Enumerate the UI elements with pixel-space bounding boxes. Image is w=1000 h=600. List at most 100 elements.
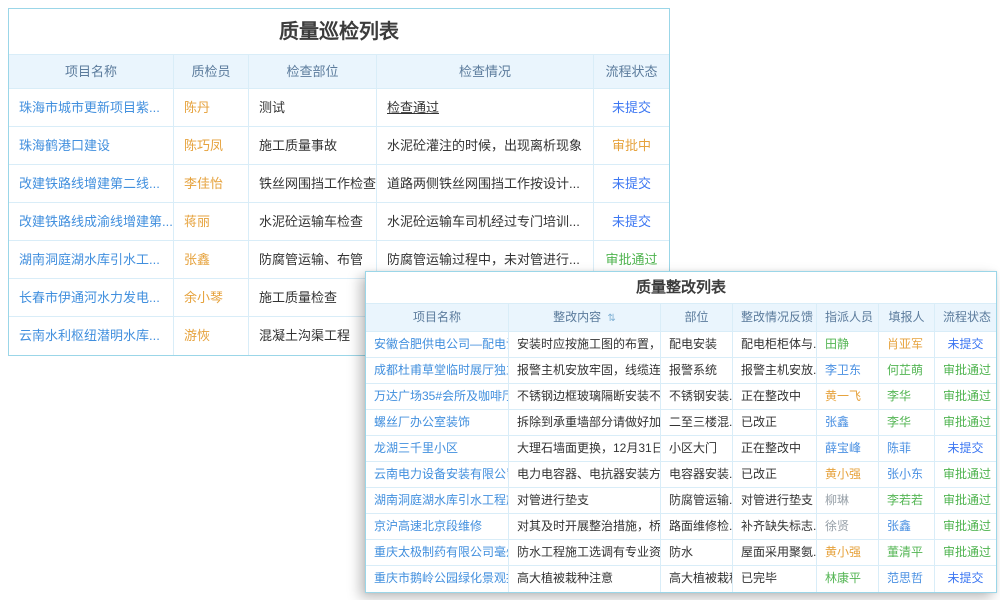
col-header-part: 部位 — [661, 304, 733, 331]
project-link[interactable]: 万达广场35#会所及咖啡厅空... — [366, 384, 509, 409]
table-row: 万达广场35#会所及咖啡厅空... 不锈钢边框玻璃隔断安装不牢... 不锈钢安装… — [366, 384, 996, 410]
project-link[interactable]: 螺丝厂办公室装饰 — [366, 410, 509, 435]
col-header-status: 流程状态 — [935, 304, 996, 331]
table-row: 改建铁路线增建第二线... 李佳怡 铁丝网围挡工作检查 道路两侧铁丝网围挡工作按… — [9, 165, 669, 203]
part-cell: 不锈钢安装... — [661, 384, 733, 409]
status-badge: 审批通过 — [935, 358, 996, 383]
reporter-name: 董清平 — [879, 540, 935, 565]
feedback-cell: 已改正 — [733, 410, 817, 435]
col-header-part: 检查部位 — [249, 55, 377, 88]
assignee-name: 李卫东 — [817, 358, 879, 383]
situation-cell: 检查通过 — [377, 89, 594, 126]
assignee-name: 田静 — [817, 332, 879, 357]
table-row: 湖南洞庭湖水库引水工程施工1标 对管进行垫支 防腐管运输... 对管进行垫支 柳… — [366, 488, 996, 514]
content-cell: 电力电容器、电抗器安装方案... — [509, 462, 661, 487]
project-link[interactable]: 改建铁路线成渝线增建第... — [9, 203, 174, 240]
project-link[interactable]: 云南水利枢纽潜明水库... — [9, 317, 174, 355]
table-row: 重庆市鹅岭公园绿化景观提升... 高大植被栽种注意 高大植被栽种 已完毕 林康平… — [366, 566, 996, 592]
status-badge: 审批通过 — [935, 462, 996, 487]
assignee-name: 黄小强 — [817, 462, 879, 487]
reporter-name: 李华 — [879, 410, 935, 435]
part-cell: 防水 — [661, 540, 733, 565]
reporter-name: 肖亚军 — [879, 332, 935, 357]
project-link[interactable]: 珠海市城市更新项目紫... — [9, 89, 174, 126]
reporter-name: 张小东 — [879, 462, 935, 487]
project-link[interactable]: 京沪高速北京段维修 — [366, 514, 509, 539]
status-badge: 未提交 — [935, 332, 996, 357]
situation-cell: 水泥砼灌注的时候，出现离析现象 — [377, 127, 594, 164]
table-row: 珠海鹤港口建设 陈巧凤 施工质量事故 水泥砼灌注的时候，出现离析现象 审批中 — [9, 127, 669, 165]
rectification-table-title: 质量整改列表 — [366, 272, 996, 304]
project-link[interactable]: 重庆市鹅岭公园绿化景观提升... — [366, 566, 509, 592]
status-badge: 审批通过 — [935, 410, 996, 435]
col-header-feedback: 整改情况反馈 — [733, 304, 817, 331]
status-badge: 未提交 — [935, 566, 996, 592]
project-link[interactable]: 长春市伊通河水力发电... — [9, 279, 174, 316]
feedback-cell: 报警主机安放... — [733, 358, 817, 383]
col-header-content: 整改内容 ⇅ — [509, 304, 661, 331]
inspector-name: 游恢 — [174, 317, 249, 355]
content-cell: 防水工程施工选调有专业资质... — [509, 540, 661, 565]
content-cell: 报警主机安放牢固，线缆连接... — [509, 358, 661, 383]
col-header-assignee: 指派人员 — [817, 304, 879, 331]
table-row: 京沪高速北京段维修 对其及时开展整治措施，桥头... 路面维修检... 补齐缺失… — [366, 514, 996, 540]
feedback-cell: 补齐缺失标志... — [733, 514, 817, 539]
part-cell: 小区大门 — [661, 436, 733, 461]
project-link[interactable]: 重庆太极制药有限公司毫州中... — [366, 540, 509, 565]
table-row: 云南电力设备安装有限公司20... 电力电容器、电抗器安装方案... 电容器安装… — [366, 462, 996, 488]
feedback-cell: 配电柜柜体与... — [733, 332, 817, 357]
project-link[interactable]: 成都杜甫草堂临时展厅独立展... — [366, 358, 509, 383]
quality-rectification-table: 质量整改列表 项目名称 整改内容 ⇅ 部位 整改情况反馈 指派人员 填报人 流程… — [365, 271, 997, 593]
table-row: 安徽合肥供电公司—配电设备... 安装时应按施工图的布置，将... 配电安装 配… — [366, 332, 996, 358]
assignee-name: 薛宝峰 — [817, 436, 879, 461]
project-link[interactable]: 湖南洞庭湖水库引水工... — [9, 241, 174, 278]
part-cell: 防腐管运输... — [661, 488, 733, 513]
status-badge: 审批通过 — [935, 514, 996, 539]
part-cell: 施工质量事故 — [249, 127, 377, 164]
feedback-cell: 已改正 — [733, 462, 817, 487]
reporter-name: 李华 — [879, 384, 935, 409]
part-cell: 配电安装 — [661, 332, 733, 357]
inspector-name: 蒋丽 — [174, 203, 249, 240]
assignee-name: 林康平 — [817, 566, 879, 592]
sort-icon[interactable]: ⇅ — [607, 313, 615, 324]
status-badge: 未提交 — [594, 203, 669, 240]
reporter-name: 张鑫 — [879, 514, 935, 539]
col-header-project: 项目名称 — [9, 55, 174, 88]
inspector-name: 陈巧凤 — [174, 127, 249, 164]
status-badge: 未提交 — [935, 436, 996, 461]
assignee-name: 张鑫 — [817, 410, 879, 435]
part-cell: 防腐管运输、布管 — [249, 241, 377, 278]
inspector-name: 余小琴 — [174, 279, 249, 316]
feedback-cell: 已完毕 — [733, 566, 817, 592]
status-badge: 审批中 — [594, 127, 669, 164]
project-link[interactable]: 湖南洞庭湖水库引水工程施工1标 — [366, 488, 509, 513]
table-row: 龙湖三千里小区 大理石墙面更换，12月31日之... 小区大门 正在整改中 薛宝… — [366, 436, 996, 462]
feedback-cell: 屋面采用聚氨... — [733, 540, 817, 565]
status-badge: 审批通过 — [935, 384, 996, 409]
col-header-inspector: 质检员 — [174, 55, 249, 88]
project-link[interactable]: 珠海鹤港口建设 — [9, 127, 174, 164]
reporter-name: 陈菲 — [879, 436, 935, 461]
part-cell: 施工质量检查 — [249, 279, 377, 316]
feedback-cell: 正在整改中 — [733, 384, 817, 409]
project-link[interactable]: 龙湖三千里小区 — [366, 436, 509, 461]
part-cell: 高大植被栽种 — [661, 566, 733, 592]
table-row: 珠海市城市更新项目紫... 陈丹 测试 检查通过 未提交 — [9, 89, 669, 127]
feedback-cell: 正在整改中 — [733, 436, 817, 461]
table-row: 改建铁路线成渝线增建第... 蒋丽 水泥砼运输车检查 水泥砼运输车司机经过专门培… — [9, 203, 669, 241]
status-badge: 未提交 — [594, 89, 669, 126]
reporter-name: 李若若 — [879, 488, 935, 513]
project-link[interactable]: 云南电力设备安装有限公司20... — [366, 462, 509, 487]
inspector-name: 张鑫 — [174, 241, 249, 278]
col-header-reporter: 填报人 — [879, 304, 935, 331]
project-link[interactable]: 安徽合肥供电公司—配电设备... — [366, 332, 509, 357]
reporter-name: 何芷萌 — [879, 358, 935, 383]
inspector-name: 李佳怡 — [174, 165, 249, 202]
assignee-name: 黄一飞 — [817, 384, 879, 409]
project-link[interactable]: 改建铁路线增建第二线... — [9, 165, 174, 202]
situation-cell: 道路两侧铁丝网围挡工作按设计... — [377, 165, 594, 202]
inspector-name: 陈丹 — [174, 89, 249, 126]
status-badge: 未提交 — [594, 165, 669, 202]
table-row: 重庆太极制药有限公司毫州中... 防水工程施工选调有专业资质... 防水 屋面采… — [366, 540, 996, 566]
